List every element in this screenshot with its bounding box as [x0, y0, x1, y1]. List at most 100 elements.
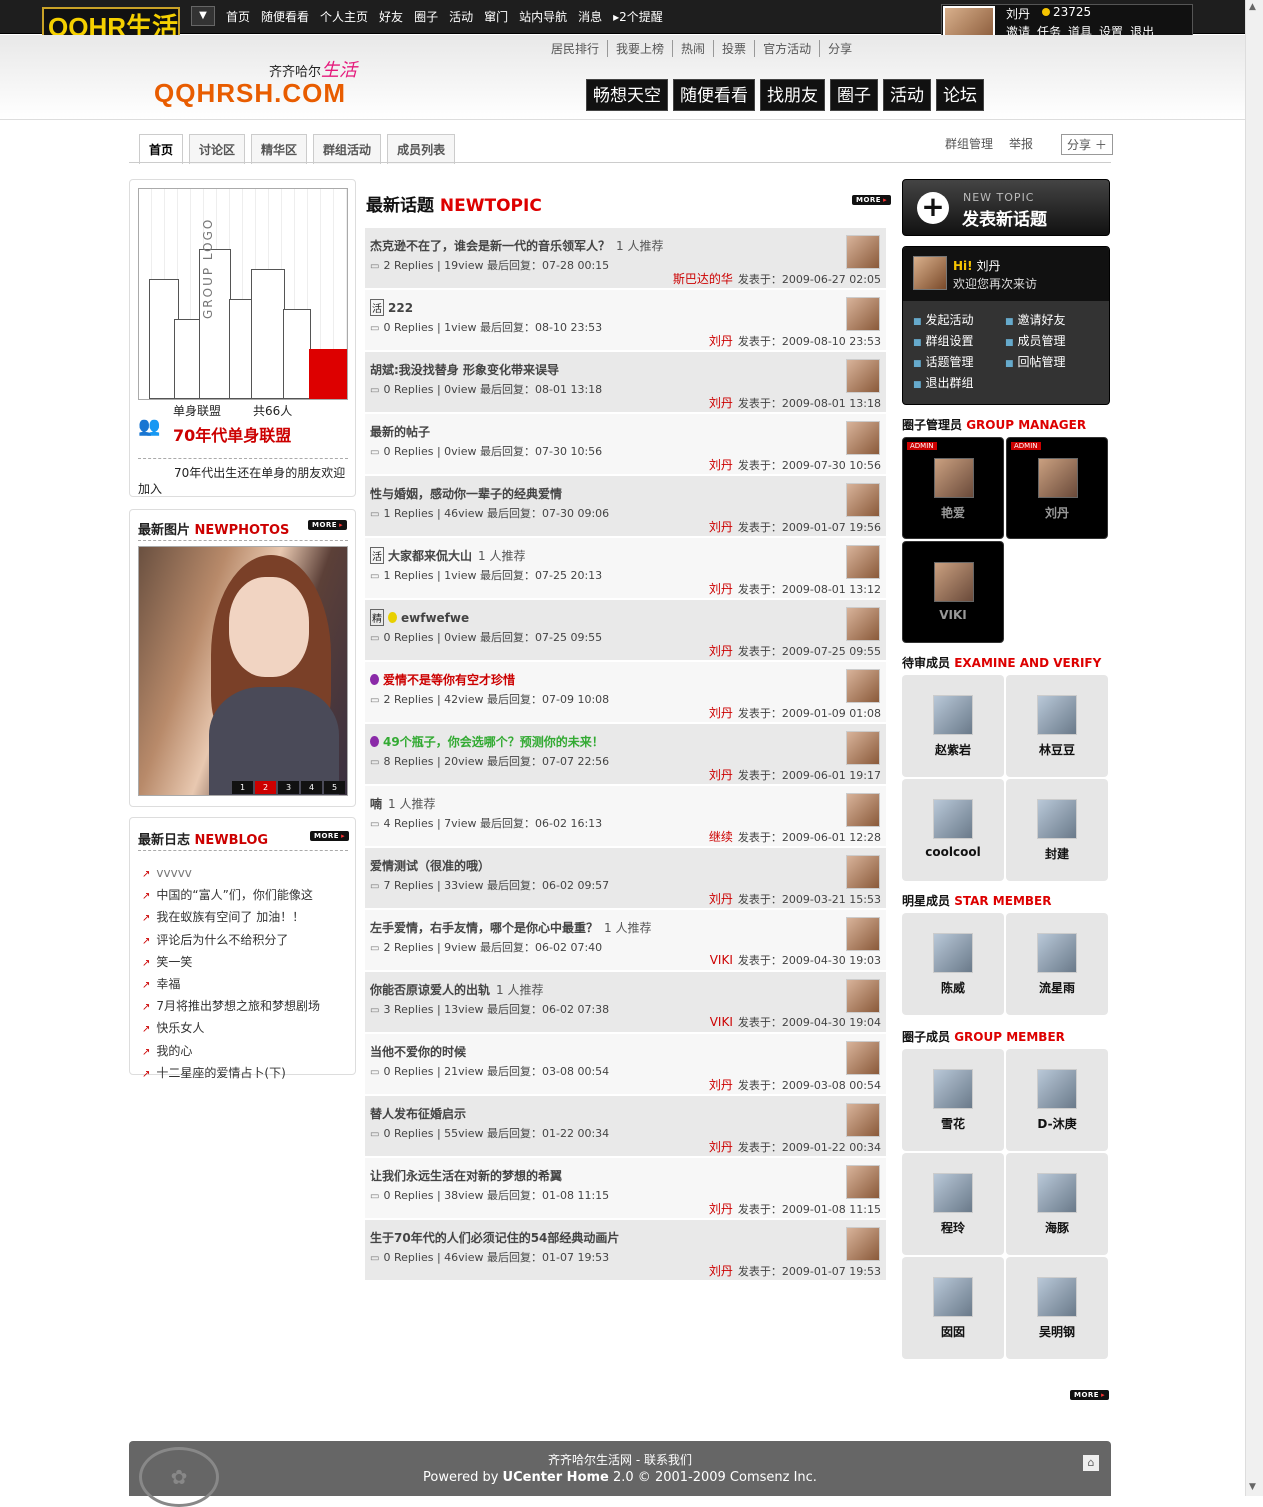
top-nav-item[interactable]: 首页 [226, 8, 250, 25]
scroll-down-icon[interactable]: ▼ [1249, 1482, 1261, 1494]
member-avatar[interactable] [933, 1277, 973, 1317]
topic-title-text[interactable]: 杰克逊不在了，谁会是新一代的音乐领军人？ [370, 239, 610, 253]
member-name[interactable]: 雪花 [902, 1115, 1004, 1132]
member-avatar[interactable] [933, 933, 973, 973]
topic-title[interactable]: 生于70年代的人们必须记住的54部经典动画片 [370, 1229, 619, 1246]
topic-title-text[interactable]: ewfwefwe [401, 611, 469, 625]
topic-title[interactable]: 喃 1 人推荐 [370, 795, 435, 812]
topic-author[interactable]: 斯巴达的华 [673, 272, 733, 286]
topic-avatar[interactable] [846, 297, 880, 331]
member-name[interactable]: D-沐庚 [1006, 1115, 1108, 1132]
member-card[interactable]: 封建 [1006, 779, 1108, 881]
sub-nav-item[interactable]: 分享 [819, 40, 860, 57]
topic-row[interactable]: 49个瓶子，你会选哪个？预测你的未来！ 8 Replies | 20view 最后… [365, 724, 886, 786]
group-action-link[interactable]: 举报 [1009, 135, 1033, 152]
members-more-button[interactable]: MORE [1070, 1390, 1110, 1400]
tab-item[interactable]: 群组活动 [313, 134, 382, 164]
topic-author[interactable]: 刘丹 [709, 1140, 733, 1154]
tab-item[interactable]: 成员列表 [387, 134, 456, 164]
topic-avatar[interactable] [846, 855, 880, 889]
menu-dropdown-button[interactable]: ▼ [191, 6, 215, 26]
member-avatar[interactable] [1037, 1173, 1077, 1213]
topic-author[interactable]: 刘丹 [709, 520, 733, 534]
member-card[interactable]: 林豆豆 [1006, 675, 1108, 777]
topic-avatar[interactable] [846, 917, 880, 951]
topic-avatar[interactable] [846, 607, 880, 641]
member-name[interactable]: 艳爱 [903, 504, 1003, 521]
topic-title[interactable]: 活 222 [370, 299, 413, 316]
topic-title[interactable]: 爱情不是等你有空才珍惜 [370, 671, 515, 688]
top-nav-item[interactable]: 随便看看 [261, 8, 309, 25]
admin-link[interactable]: 邀请好友 [1005, 311, 1097, 328]
topic-avatar[interactable] [846, 1103, 880, 1137]
topic-row[interactable]: 性与婚姻，感动你一辈子的经典爱情 1 Replies | 46view 最后回复：… [365, 476, 886, 538]
admin-link[interactable]: 回帖管理 [1005, 353, 1097, 370]
topic-avatar[interactable] [846, 1165, 880, 1199]
photo-page-button[interactable]: 1 [232, 781, 253, 794]
topic-avatar[interactable] [846, 545, 880, 579]
member-name[interactable]: 吴明钢 [1006, 1323, 1108, 1340]
sub-nav-item[interactable]: 居民排行 [551, 40, 607, 57]
topic-title[interactable]: 爱情测试（很准的哦） [370, 857, 490, 874]
topic-row[interactable]: 你能否原谅爱人的出轨 1 人推荐 3 Replies | 13view 最后回复：0… [365, 972, 886, 1034]
main-nav-item[interactable]: 圈子 [830, 79, 878, 111]
member-avatar[interactable] [1038, 458, 1078, 498]
main-nav-item[interactable]: 论坛 [936, 79, 984, 111]
member-avatar[interactable] [934, 562, 974, 602]
sub-nav-item[interactable]: 热闹 [672, 40, 713, 57]
topic-row[interactable]: 最新的帖子 0 Replies | 0view 最后回复：07-30 10:56 刘… [365, 414, 886, 476]
topic-author[interactable]: 刘丹 [709, 1202, 733, 1216]
top-nav-item[interactable]: 个人主页 [320, 8, 368, 25]
admin-link[interactable]: 退出群组 [913, 374, 1005, 391]
topic-title-text[interactable]: 当他不爱你的时候 [370, 1045, 466, 1059]
member-card[interactable]: VIKI [902, 541, 1004, 643]
member-name[interactable]: 海豚 [1006, 1219, 1108, 1236]
topic-title[interactable]: 你能否原谅爱人的出轨 1 人推荐 [370, 981, 543, 998]
topic-title[interactable]: 让我们永远生活在对新的梦想的希翼 [370, 1167, 562, 1184]
topic-avatar[interactable] [846, 483, 880, 517]
group-logo[interactable]: GROUP LOGO [138, 188, 348, 400]
member-card[interactable]: coolcool [902, 779, 1004, 881]
topic-title-text[interactable]: 222 [388, 301, 413, 315]
tab-item[interactable]: 首页 [139, 134, 184, 164]
top-nav-item[interactable]: 窜门 [484, 8, 508, 25]
group-action-link[interactable]: 群组管理 [945, 135, 993, 152]
topic-author[interactable]: 刘丹 [709, 644, 733, 658]
admin-link[interactable]: 发起活动 [913, 311, 1005, 328]
photo-page-button[interactable]: 3 [278, 781, 299, 794]
member-avatar[interactable] [1037, 799, 1077, 839]
topic-author[interactable]: 刘丹 [709, 706, 733, 720]
topic-title[interactable]: 当他不爱你的时候 [370, 1043, 466, 1060]
topic-author[interactable]: VIKI [710, 1015, 733, 1029]
topic-title-text[interactable]: 大家都来侃大山 [388, 549, 472, 563]
member-name[interactable]: 林豆豆 [1006, 741, 1108, 758]
photo-page-button[interactable]: 2 [255, 781, 276, 794]
topic-title[interactable]: 活大家都来侃大山 1 人推荐 [370, 547, 525, 564]
topic-avatar[interactable] [846, 359, 880, 393]
member-name[interactable]: 刘丹 [1007, 504, 1107, 521]
member-name[interactable]: 陈威 [902, 979, 1004, 996]
blog-item[interactable]: 十二星座的爱情占卜(下) [142, 1063, 320, 1085]
topic-avatar[interactable] [846, 1041, 880, 1075]
topic-author[interactable]: 刘丹 [709, 1264, 733, 1278]
top-nav-item[interactable]: ▸2个提醒 [613, 8, 663, 25]
topic-author[interactable]: 继续 [709, 830, 733, 844]
topic-row[interactable]: 让我们永远生活在对新的梦想的希翼 0 Replies | 38view 最后回复：… [365, 1158, 886, 1220]
topic-author[interactable]: VIKI [710, 953, 733, 967]
member-card[interactable]: 赵紫岩 [902, 675, 1004, 777]
vertical-scrollbar[interactable]: ▲ ▼ [1245, 0, 1263, 1496]
topic-avatar[interactable] [846, 979, 880, 1013]
top-nav-item[interactable]: 消息 [578, 8, 602, 25]
blog-more-button[interactable]: MORE [310, 831, 350, 841]
share-button[interactable]: 分享 ＋ [1061, 134, 1113, 155]
topic-title-text[interactable]: 你能否原谅爱人的出轨 [370, 983, 490, 997]
topic-title-text[interactable]: 替人发布征婚启示 [370, 1107, 466, 1121]
member-name[interactable]: 流星雨 [1006, 979, 1108, 996]
member-avatar[interactable] [933, 695, 973, 735]
blog-item[interactable]: 中国的“富人”们，你们能像这 [142, 885, 320, 907]
topic-avatar[interactable] [846, 793, 880, 827]
sub-nav-item[interactable]: 我要上榜 [607, 40, 672, 57]
topic-title[interactable]: 胡斌:我没找替身 形象变化带来误导 [370, 361, 559, 378]
topic-row[interactable]: 爱情不是等你有空才珍惜 2 Replies | 42view 最后回复：07-09… [365, 662, 886, 724]
tab-item[interactable]: 精华区 [251, 134, 308, 164]
